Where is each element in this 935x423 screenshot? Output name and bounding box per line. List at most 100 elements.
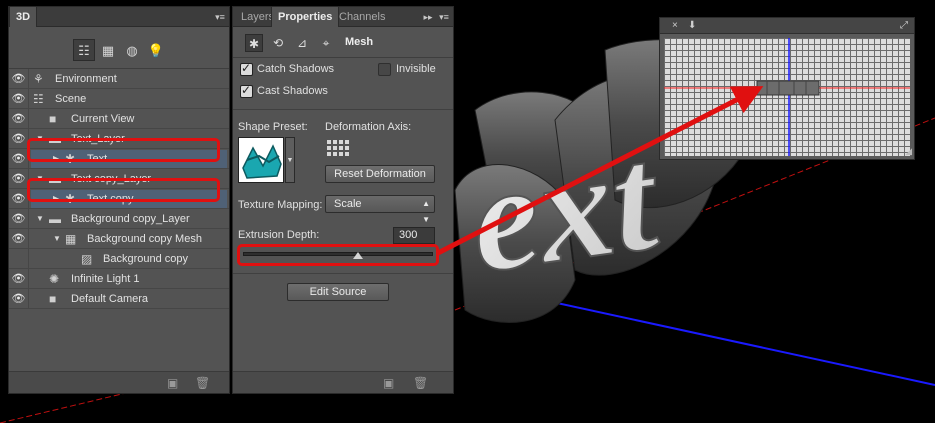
view-icon[interactable]: ▣ — [383, 376, 394, 390]
shape-preset-label: Shape Preset: — [238, 121, 308, 133]
reset-deformation-button[interactable]: Reset Deformation — [325, 165, 435, 183]
extrusion-depth-label: Extrusion Depth: — [238, 229, 320, 241]
tree-row-scene[interactable]: 👁 ☷ Scene — [9, 89, 229, 109]
scene-filter-icon[interactable]: ☷ — [73, 39, 95, 61]
folder-icon: ▬ — [49, 212, 61, 226]
visibility-eye-icon[interactable]: 👁 — [9, 269, 29, 289]
mesh-icon: ▦ — [65, 232, 77, 246]
divider — [233, 109, 453, 110]
tree-label: Background copy — [103, 253, 188, 265]
preset-preview-icon — [239, 138, 283, 182]
camera-icon: ■ — [49, 292, 57, 306]
texture-window-titlebar: × ⬇ ⤢ — [660, 18, 914, 34]
visibility-eye-icon[interactable] — [9, 249, 29, 269]
panel-menu-icon[interactable]: ▾≡ — [437, 10, 451, 24]
light-filter-icon[interactable]: 💡 — [145, 39, 167, 61]
resize-grip-icon[interactable]: ◢ — [905, 146, 912, 157]
new-object-icon[interactable]: ▣ — [167, 376, 178, 390]
texture-mapping-select[interactable]: Scale ▲ ▼ — [325, 195, 435, 224]
edit-source-button[interactable]: Edit Source — [287, 283, 389, 301]
tab-3d[interactable]: 3D — [9, 7, 37, 27]
uv-grid — [664, 38, 910, 156]
trash-icon[interactable]: 🗑 — [195, 376, 210, 390]
visibility-eye-icon[interactable]: 👁 — [9, 129, 29, 149]
properties-panel: Layers Properties Channels ▸▸ ▾≡ ✱ ⟲ ⊿ ⌖… — [232, 6, 454, 394]
properties-mode-bar: ✱ ⟲ ⊿ ⌖ Mesh — [233, 28, 453, 58]
invisible-label: Invisible — [396, 63, 436, 75]
deformation-axis-grid-icon[interactable] — [327, 140, 349, 156]
expand-triangle-icon[interactable]: ▼ — [53, 229, 61, 249]
mesh-mode-icon[interactable]: ✱ — [245, 34, 263, 52]
shape-preset-thumbnail[interactable] — [238, 137, 284, 183]
tab-channels[interactable]: Channels — [333, 7, 391, 27]
tree-row-infinite-light[interactable]: 👁 ✺ Infinite Light 1 — [9, 269, 229, 289]
texture-mapping-value: Scale — [334, 198, 362, 210]
tree-label: Background copy_Layer — [71, 213, 190, 225]
section-title: Mesh — [345, 36, 374, 48]
visibility-eye-icon[interactable]: 👁 — [9, 289, 29, 309]
tree-row-background-copy-mesh[interactable]: 👁 ▼ ▦ Background copy Mesh — [9, 229, 229, 249]
annotation-highlight-text — [27, 138, 220, 162]
cast-shadows-label: Cast Shadows — [257, 85, 328, 97]
deform-mode-icon[interactable]: ⟲ — [269, 34, 287, 52]
cast-shadows-checkbox[interactable]: ✓ — [240, 83, 253, 98]
axis-blue-line — [519, 294, 935, 386]
collapse-icon[interactable]: ▸▸ — [421, 10, 435, 24]
camera-icon: ■ — [49, 112, 57, 126]
close-icon[interactable]: × — [672, 18, 678, 34]
tree-row-background-copy-layer[interactable]: 👁 ▼ ▬ Background copy_Layer — [9, 209, 229, 229]
divider — [233, 273, 453, 274]
visibility-eye-icon[interactable]: 👁 — [9, 229, 29, 249]
3d-panel-tabbar: 3D ▾≡ — [9, 7, 229, 27]
annotation-highlight-text-copy — [27, 178, 220, 202]
tree-row-current-view[interactable]: 👁 ■ Current View — [9, 109, 229, 129]
properties-tabbar: Layers Properties Channels ▸▸ ▾≡ — [233, 7, 453, 27]
tree-row-background-copy[interactable]: ▨ Background copy — [9, 249, 229, 269]
visibility-eye-icon[interactable]: 👁 — [9, 89, 29, 109]
updown-arrows-icon: ▲ ▼ — [422, 199, 430, 224]
environment-icon: ⚘ — [33, 72, 44, 86]
properties-footer: ▣ 🗑 — [233, 371, 453, 393]
visibility-eye-icon[interactable]: 👁 — [9, 69, 29, 89]
tree-row-environment[interactable]: 👁 ⚘ Environment — [9, 69, 229, 89]
tree-label: Environment — [55, 73, 117, 85]
visibility-eye-icon[interactable]: 👁 — [9, 109, 29, 129]
3d-filter-bar: ☷ ▦ ◍ 💡 — [9, 33, 229, 69]
material-icon: ▨ — [81, 252, 93, 266]
preset-dropdown-icon[interactable]: ▼ — [285, 137, 295, 183]
cap-mode-icon[interactable]: ⊿ — [293, 34, 311, 52]
invisible-checkbox[interactable] — [378, 63, 391, 76]
light-icon: ✺ — [49, 272, 60, 286]
dock-icon[interactable]: ⬇ — [688, 18, 696, 34]
tree-label: Current View — [71, 113, 135, 125]
tree-label: Default Camera — [71, 293, 149, 305]
catch-shadows-label: Catch Shadows — [257, 63, 335, 75]
tab-properties[interactable]: Properties — [271, 7, 340, 27]
tree-label: Background copy Mesh — [87, 233, 202, 245]
extrusion-depth-field[interactable]: 300 — [393, 227, 435, 244]
material-filter-icon[interactable]: ◍ — [121, 39, 143, 61]
tree-row-default-camera[interactable]: 👁 ■ Default Camera — [9, 289, 229, 309]
deformation-axis-label: Deformation Axis: — [325, 121, 412, 133]
tree-label: Infinite Light 1 — [71, 273, 140, 285]
visibility-eye-icon[interactable]: 👁 — [9, 149, 29, 169]
panel-menu-icon[interactable]: ▾≡ — [213, 10, 227, 24]
expand-triangle-icon[interactable]: ▼ — [36, 209, 44, 229]
scene-icon: ☷ — [33, 92, 44, 106]
texture-mapping-label: Texture Mapping: — [238, 199, 323, 211]
tree-label: Scene — [55, 93, 87, 105]
uv-grid-overlay — [664, 38, 910, 156]
visibility-eye-icon[interactable]: 👁 — [9, 209, 29, 229]
annotation-highlight-extrusion-slider — [237, 244, 439, 266]
visibility-eye-icon[interactable]: 👁 — [9, 189, 29, 209]
trash-icon[interactable]: 🗑 — [413, 376, 428, 390]
texture-preview-window[interactable]: × ⬇ ⤢ ◢ — [659, 17, 915, 160]
mesh-filter-icon[interactable]: ▦ — [97, 39, 119, 61]
axis-red-lower — [0, 391, 131, 423]
catch-shadows-checkbox[interactable]: ✓ — [240, 61, 253, 76]
3d-panel-footer: ▣ 🗑 — [9, 371, 229, 393]
3d-text-face: ext — [461, 114, 670, 304]
visibility-eye-icon[interactable]: 👁 — [9, 169, 29, 189]
coordinates-mode-icon[interactable]: ⌖ — [317, 34, 335, 52]
expand-icon[interactable]: ⤢ — [900, 18, 908, 34]
